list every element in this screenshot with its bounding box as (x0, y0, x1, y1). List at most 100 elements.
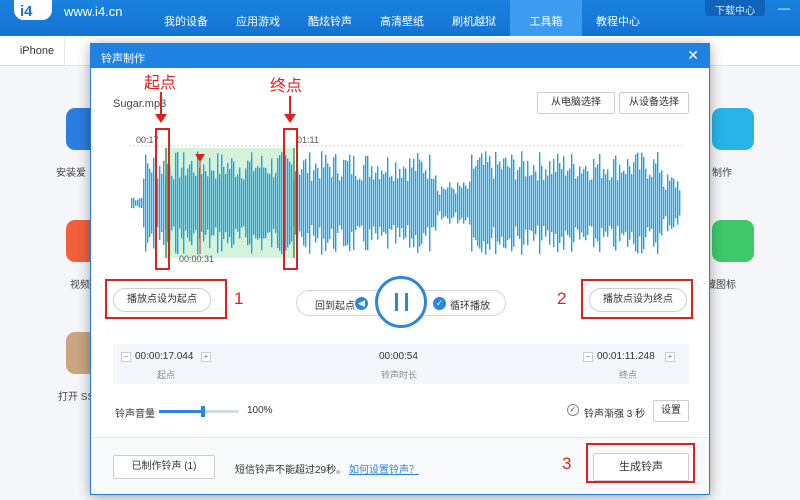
annotation-generate-box (586, 443, 695, 483)
waveform-bar (551, 174, 553, 232)
annotation-number-1: 1 (234, 289, 244, 308)
waveform-bar (479, 157, 481, 249)
waveform-bar (143, 178, 145, 228)
waveform-bar (431, 178, 433, 228)
waveform-bar (403, 166, 405, 240)
waveform-bar (237, 174, 239, 232)
waveform-bar (317, 167, 319, 239)
waveform-bar (373, 179, 375, 227)
waveform-bar (141, 197, 143, 209)
made-ringtones-button[interactable]: 已制作铃声 (1) (113, 455, 215, 479)
waveform-bar (139, 198, 141, 208)
waveform-bar (469, 181, 471, 225)
end-increase-button[interactable]: + (665, 352, 675, 362)
waveform-bar (137, 199, 139, 207)
back-to-start-label[interactable]: 回到起点 (315, 297, 355, 312)
ringtone-maker-label: 制作 (712, 168, 732, 179)
waveform-bar (537, 180, 539, 226)
start-increase-button[interactable]: + (201, 352, 211, 362)
waveform-bar (521, 151, 523, 255)
nav-flash-jailbreak[interactable]: 刷机越狱 (438, 0, 510, 36)
waveform-bar (571, 154, 573, 252)
select-from-pc-button[interactable]: 从电脑选择 (537, 92, 615, 114)
waveform-bar (661, 170, 663, 236)
volume-percent: 100% (247, 405, 273, 416)
waveform-bar (499, 161, 501, 245)
waveform-bar (145, 154, 147, 252)
waveform-bar (489, 156, 491, 250)
back-to-start-icon[interactable]: ◀ (355, 297, 368, 310)
main-nav: 我的设备 应用游戏 酷炫铃声 高清壁纸 刷机越狱 工具箱 教程中心 (150, 0, 654, 36)
volume-slider[interactable] (159, 406, 239, 417)
how-to-set-link[interactable]: 如何设置铃声？ (349, 461, 419, 476)
start-decrease-button[interactable]: − (121, 352, 131, 362)
waveform-bar (323, 167, 325, 239)
waveform-bar (595, 167, 597, 239)
nav-ringtones[interactable]: 酷炫铃声 (294, 0, 366, 36)
waveform-bar (395, 162, 397, 244)
ringtone-maker-dialog: 铃声制作 ✕ Sugar.mp3 从电脑选择 从设备选择 00:17 01:11… (90, 43, 710, 495)
nav-tutorials[interactable]: 教程中心 (582, 0, 654, 36)
waveform-bar (347, 161, 349, 245)
start-caption: 起点 (157, 370, 176, 380)
nav-my-device[interactable]: 我的设备 (150, 0, 222, 36)
nav-apps-games[interactable]: 应用游戏 (222, 0, 294, 36)
waveform-bar (673, 178, 675, 228)
waveform-bar (151, 172, 153, 234)
waveform-bar (305, 158, 307, 248)
waveform-bar (527, 160, 529, 246)
waveform-bar (253, 171, 255, 235)
waveform-bar (557, 153, 559, 253)
waveform-bar (195, 175, 197, 231)
waveform-bar (267, 173, 269, 233)
nav-wallpapers[interactable]: 高清壁纸 (366, 0, 438, 36)
settings-button[interactable]: 设置 (653, 400, 689, 422)
waveform-bar (477, 159, 479, 247)
waveform-bar (641, 152, 643, 254)
waveform-bar (181, 167, 183, 239)
waveform-bar (465, 185, 467, 221)
fade-in-check-icon[interactable]: ✓ (567, 404, 579, 416)
waveform-bar (229, 168, 231, 238)
waveform-bar (605, 174, 607, 232)
waveform-bar (601, 177, 603, 229)
waveform-bar (339, 180, 341, 226)
waveform-bar (625, 174, 627, 232)
waveform-bar (397, 178, 399, 228)
waveform-bar (481, 153, 483, 253)
nav-toolbox[interactable]: 工具箱 (510, 0, 582, 36)
waveform-area[interactable]: 00:17 01:11 00:00:31 (121, 134, 691, 264)
waveform-bar (131, 198, 133, 208)
waveform-bar (227, 162, 229, 244)
waveform-bar (677, 181, 679, 225)
pause-button[interactable] (375, 276, 427, 328)
waveform-bar (211, 170, 213, 236)
waveform-bar (337, 173, 339, 233)
end-value: 00:01:11.248 (597, 351, 655, 362)
ringtone-maker-icon[interactable] (712, 108, 754, 150)
start-value: 00:00:17.044 (135, 351, 194, 362)
waveform-bar (491, 167, 493, 239)
end-decrease-button[interactable]: − (583, 352, 593, 362)
waveform-bar (487, 161, 489, 245)
waveform-bar (377, 166, 379, 240)
waveform-bar (217, 153, 219, 253)
waveform-bar (263, 167, 265, 239)
waveform-bar (389, 176, 391, 230)
device-tab-iphone[interactable]: iPhone (10, 36, 65, 66)
waveform-bar (383, 174, 385, 232)
loop-check-icon[interactable]: ✓ (433, 297, 446, 310)
loop-play-label[interactable]: 循环播放 (450, 297, 490, 312)
download-center-button[interactable]: 下载中心 (705, 0, 765, 17)
volume-handle[interactable] (201, 406, 205, 417)
waveform-bar (343, 159, 345, 247)
waveform-bar (647, 178, 649, 228)
waveform-bar (385, 172, 387, 234)
minimize-icon[interactable]: — (778, 1, 790, 15)
hide-icons-icon[interactable] (712, 220, 754, 262)
waveform-bar (197, 151, 199, 255)
waveform-bar (613, 159, 615, 247)
waveform-bar (333, 157, 335, 249)
select-from-device-button[interactable]: 从设备选择 (619, 92, 689, 114)
close-icon[interactable]: ✕ (687, 47, 699, 64)
